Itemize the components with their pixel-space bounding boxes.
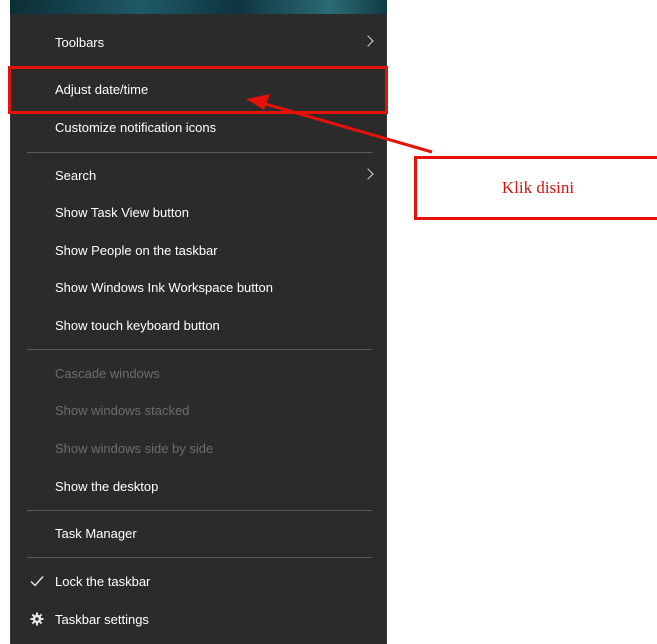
menu-item-label: Show Task View button xyxy=(55,204,189,220)
menu-separator xyxy=(27,349,372,350)
menu-item-label: Show Windows Ink Workspace button xyxy=(55,279,273,295)
gear-icon xyxy=(29,611,45,627)
menu-item-label: Cascade windows xyxy=(55,365,160,381)
screenshot-page: Toolbars Adjust date/time Customize noti… xyxy=(0,0,657,644)
menu-item-show-windows-ink[interactable]: Show Windows Ink Workspace button xyxy=(11,269,386,305)
menu-separator xyxy=(27,510,372,511)
menu-item-task-manager[interactable]: Task Manager xyxy=(11,515,386,551)
annotation-callout: Klik disini xyxy=(414,156,657,220)
menu-item-label: Taskbar settings xyxy=(55,611,149,627)
menu-item-show-windows-stacked: Show windows stacked xyxy=(11,392,386,428)
menu-item-label: Show windows side by side xyxy=(55,440,214,456)
menu-item-show-touch-keyboard[interactable]: Show touch keyboard button xyxy=(11,307,386,343)
menu-item-label: Show the desktop xyxy=(55,478,159,494)
desktop-wallpaper xyxy=(10,0,387,14)
menu-item-label: Task Manager xyxy=(55,525,137,541)
menu-item-label: Show windows stacked xyxy=(55,402,190,418)
menu-item-label: Show touch keyboard button xyxy=(55,317,220,333)
checkmark-icon xyxy=(29,573,45,589)
menu-item-label: Search xyxy=(55,167,97,183)
chevron-right-icon xyxy=(362,35,374,47)
menu-item-show-task-view-button[interactable]: Show Task View button xyxy=(11,194,386,230)
menu-separator xyxy=(27,152,372,153)
annotation-highlight-box xyxy=(8,66,388,114)
menu-item-show-windows-side-by-side: Show windows side by side xyxy=(11,430,386,466)
menu-item-label: Show People on the taskbar xyxy=(55,242,218,258)
menu-item-label: Toolbars xyxy=(55,34,105,50)
menu-item-lock-taskbar[interactable]: Lock the taskbar xyxy=(11,563,386,599)
menu-separator xyxy=(27,557,372,558)
chevron-right-icon xyxy=(362,168,374,180)
menu-item-toolbars[interactable]: Toolbars xyxy=(11,24,386,60)
menu-item-search[interactable]: Search xyxy=(11,157,386,193)
menu-item-taskbar-settings[interactable]: Taskbar settings xyxy=(11,601,386,637)
menu-item-show-desktop[interactable]: Show the desktop xyxy=(11,468,386,504)
menu-item-label: Lock the taskbar xyxy=(55,573,151,589)
menu-item-cascade-windows: Cascade windows xyxy=(11,355,386,391)
callout-text: Klik disini xyxy=(501,178,575,197)
menu-item-label: Customize notification icons xyxy=(55,119,217,135)
menu-item-show-people[interactable]: Show People on the taskbar xyxy=(11,232,386,268)
menu-item-customize-notification-icons[interactable]: Customize notification icons xyxy=(11,109,386,145)
